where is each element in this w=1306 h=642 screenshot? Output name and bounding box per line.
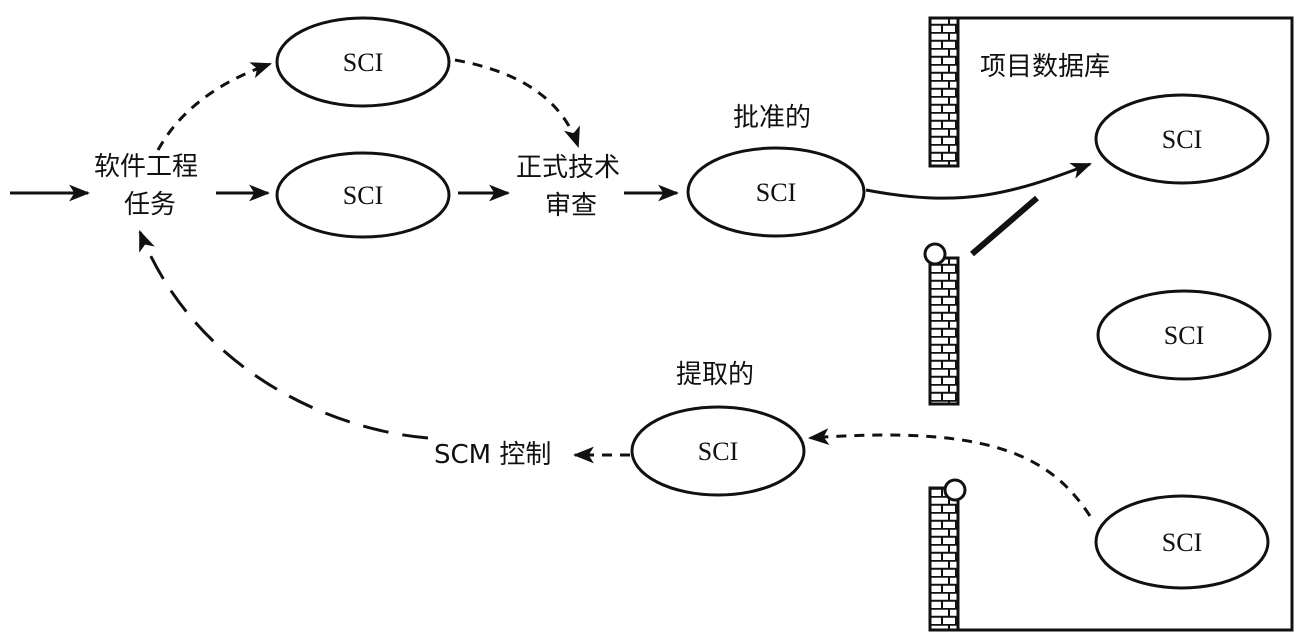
- sci-node-extracted: SCI: [630, 405, 806, 497]
- sci-node-approved-label: SCI: [756, 178, 796, 207]
- database-wall-bottom: [928, 486, 960, 632]
- sci-top-to-review-dashed-arrow: [454, 58, 580, 148]
- scm-to-task-longdash-arrow: [138, 230, 429, 440]
- formal-review-label-line1: 正式技术: [516, 153, 620, 183]
- door-hinge-bottom: [943, 478, 967, 502]
- open-door-line: [970, 195, 1039, 257]
- formal-review-label-line2: 审查: [545, 191, 597, 221]
- sci-node-top-label: SCI: [343, 48, 383, 77]
- sci-node-mid-label: SCI: [343, 181, 383, 210]
- door-hinge-middle: [923, 242, 947, 266]
- database-wall-middle: [928, 256, 960, 406]
- sci-node-db-1: SCI: [1094, 93, 1270, 185]
- task-to-sci-top-dashed-arrow: [156, 62, 272, 151]
- sci-node-db-2-label: SCI: [1164, 321, 1204, 350]
- project-database-label: 项目数据库: [980, 52, 1110, 82]
- software-task-label-line2: 任务: [124, 190, 176, 220]
- software-task-label-line1: 软件工程: [94, 152, 198, 182]
- sci-node-mid: SCI: [275, 151, 451, 239]
- sci-node-approved: SCI: [686, 146, 866, 238]
- sci-node-extracted-label: SCI: [698, 437, 738, 466]
- scm-control-label: SCM 控制: [434, 440, 551, 470]
- sci-node-top: SCI: [275, 16, 451, 108]
- approved-to-database-arrow: [865, 162, 1092, 200]
- sci-node-db-1-label: SCI: [1162, 125, 1202, 154]
- sci-node-db-3: SCI: [1094, 494, 1270, 590]
- approved-label: 批准的: [733, 103, 811, 133]
- scm-process-diagram: 项目数据库 软件工程 任务 正式技术 审查 批准的 提取的 SCM 控制 SCI…: [10, 16, 1294, 632]
- database-wall-top: [928, 16, 960, 168]
- extracted-label: 提取的: [676, 360, 754, 390]
- sci-node-db-2: SCI: [1096, 289, 1272, 381]
- sci-node-db-3-label: SCI: [1162, 528, 1202, 557]
